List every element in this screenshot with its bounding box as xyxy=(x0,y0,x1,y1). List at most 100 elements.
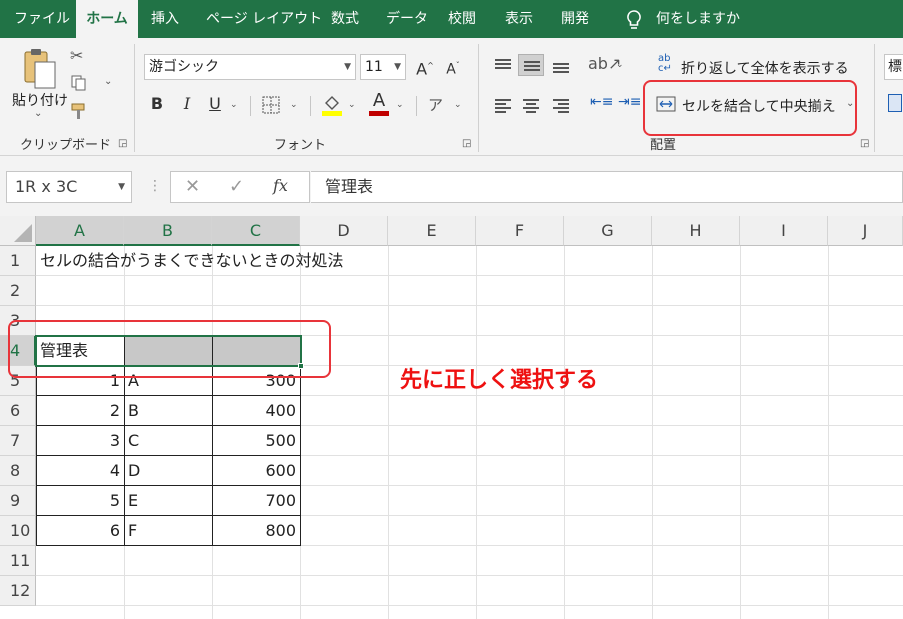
underline-button[interactable]: U xyxy=(204,92,226,118)
tab-home[interactable]: ホーム xyxy=(76,0,138,38)
column-header-a[interactable]: A xyxy=(36,216,124,246)
cut-icon[interactable]: ✂ xyxy=(70,46,83,65)
column-header-g[interactable]: G xyxy=(564,216,652,246)
column-header-i[interactable]: I xyxy=(740,216,828,246)
row-header-1[interactable]: 1 xyxy=(0,246,36,276)
cancel-icon[interactable]: ✕ xyxy=(185,176,200,197)
italic-button[interactable]: I xyxy=(176,92,198,118)
font-color-button[interactable]: A xyxy=(369,90,389,116)
tell-me-search[interactable]: 何をしますか xyxy=(656,0,740,38)
tab-data[interactable]: データ xyxy=(386,0,428,38)
tab-review[interactable]: 校閲 xyxy=(448,0,476,38)
cell-c9[interactable]: 700 xyxy=(212,486,300,516)
wrap-text-button[interactable]: 折り返して全体を表示する xyxy=(681,58,849,78)
phonetic-dropdown-icon[interactable]: ⌄ xyxy=(454,100,462,110)
cell-c8[interactable]: 600 xyxy=(212,456,300,486)
align-bottom-icon[interactable] xyxy=(548,54,574,76)
column-header-b[interactable]: B xyxy=(124,216,212,246)
column-header-f[interactable]: F xyxy=(476,216,564,246)
shrink-font-button[interactable]: Aˇ xyxy=(442,54,464,80)
gridline xyxy=(36,605,903,606)
select-all-corner[interactable] xyxy=(0,216,36,246)
column-header-e[interactable]: E xyxy=(388,216,476,246)
font-color-dropdown-icon[interactable]: ⌄ xyxy=(396,100,404,110)
paste-dropdown-icon[interactable]: ⌄ xyxy=(34,108,42,119)
cell-a10[interactable]: 6 xyxy=(36,516,124,546)
increase-indent-icon[interactable]: ⇥≡ xyxy=(618,94,641,110)
tab-file[interactable]: ファイル xyxy=(14,0,70,38)
cell-b9[interactable]: E xyxy=(124,486,212,516)
grow-font-button[interactable]: A^ xyxy=(414,54,436,80)
align-left-icon[interactable] xyxy=(490,94,516,116)
wrap-text-icon[interactable]: ab c↵ xyxy=(658,54,672,74)
font-name-select[interactable]: 游ゴシック ▼ xyxy=(144,54,356,80)
group-separator xyxy=(874,44,875,152)
cell-b10[interactable]: F xyxy=(124,516,212,546)
row-header-11[interactable]: 11 xyxy=(0,546,36,576)
table-border xyxy=(36,395,301,396)
cell-b8[interactable]: D xyxy=(124,456,212,486)
clipboard-launcher-icon[interactable]: ◲ xyxy=(118,138,127,149)
tab-formulas[interactable]: 数式 xyxy=(331,0,359,38)
cell-c10[interactable]: 800 xyxy=(212,516,300,546)
cell-a8[interactable]: 4 xyxy=(36,456,124,486)
font-launcher-icon[interactable]: ◲ xyxy=(462,138,471,149)
copy-dropdown-icon[interactable]: ⌄ xyxy=(104,76,112,87)
align-center-icon[interactable] xyxy=(518,94,544,116)
column-header-j[interactable]: J xyxy=(828,216,903,246)
alignment-group-label: 配置 xyxy=(650,138,677,153)
fill-color-icon[interactable] xyxy=(322,93,342,121)
phonetic-guide-icon[interactable]: ア xyxy=(428,94,443,115)
cell-c7[interactable]: 500 xyxy=(212,426,300,456)
row-header-6[interactable]: 6 xyxy=(0,396,36,426)
tab-insert[interactable]: 挿入 xyxy=(151,0,179,38)
lightbulb-icon[interactable] xyxy=(625,9,643,35)
enter-icon[interactable]: ✓ xyxy=(229,176,244,197)
paste-button[interactable]: 貼り付け xyxy=(12,90,68,110)
row-header-12[interactable]: 12 xyxy=(0,576,36,606)
cell-a6[interactable]: 2 xyxy=(36,396,124,426)
cell-b7[interactable]: C xyxy=(124,426,212,456)
decrease-indent-icon[interactable]: ⇤≡ xyxy=(590,94,613,110)
table-border xyxy=(36,545,301,546)
formula-input[interactable]: 管理表 xyxy=(311,171,903,203)
tab-developer[interactable]: 開発 xyxy=(561,0,589,38)
font-size-select[interactable]: 11 ▼ xyxy=(360,54,406,80)
alignment-launcher-icon[interactable]: ◲ xyxy=(860,138,869,149)
cell-a1[interactable]: セルの結合がうまくできないときの対処法 xyxy=(36,246,344,276)
borders-dropdown-icon[interactable]: ⌄ xyxy=(290,100,298,110)
row-header-7[interactable]: 7 xyxy=(0,426,36,456)
name-box[interactable]: 1R x 3C ▼ xyxy=(6,171,132,203)
cell-a9[interactable]: 5 xyxy=(36,486,124,516)
column-header-c[interactable]: C xyxy=(212,216,300,246)
orientation-dropdown-icon[interactable]: ⌄ xyxy=(616,60,624,70)
row-header-8[interactable]: 8 xyxy=(0,456,36,486)
bold-button[interactable]: B xyxy=(146,92,168,118)
row-header-9[interactable]: 9 xyxy=(0,486,36,516)
align-right-icon[interactable] xyxy=(548,94,574,116)
paste-icon[interactable] xyxy=(22,46,58,94)
copy-icon[interactable] xyxy=(70,74,88,96)
drag-handle-icon[interactable]: ⋮ xyxy=(148,178,162,194)
column-header-d[interactable]: D xyxy=(300,216,388,246)
number-format-icon[interactable] xyxy=(888,94,902,112)
row-header-10[interactable]: 10 xyxy=(0,516,36,546)
number-format-select[interactable]: 標 xyxy=(884,54,903,80)
insert-function-icon[interactable]: fx xyxy=(273,176,288,195)
cell-a7[interactable]: 3 xyxy=(36,426,124,456)
chevron-down-icon[interactable]: ▼ xyxy=(118,172,125,202)
excel-window: ファイル ホーム 挿入 ページ レイアウト 数式 データ 校閲 表示 開発 何を… xyxy=(0,0,903,619)
borders-icon[interactable] xyxy=(262,96,280,118)
cell-c6[interactable]: 400 xyxy=(212,396,300,426)
fill-color-dropdown-icon[interactable]: ⌄ xyxy=(348,100,356,110)
column-header-h[interactable]: H xyxy=(652,216,740,246)
row-header-2[interactable]: 2 xyxy=(0,276,36,306)
tab-page-layout[interactable]: ページ レイアウト xyxy=(206,0,322,38)
underline-dropdown-icon[interactable]: ⌄ xyxy=(230,100,238,110)
align-middle-icon[interactable] xyxy=(518,54,544,76)
align-top-icon[interactable] xyxy=(490,54,516,76)
cell-b6[interactable]: B xyxy=(124,396,212,426)
gridline xyxy=(828,246,829,619)
format-painter-icon[interactable] xyxy=(70,102,90,124)
tab-view[interactable]: 表示 xyxy=(505,0,533,38)
